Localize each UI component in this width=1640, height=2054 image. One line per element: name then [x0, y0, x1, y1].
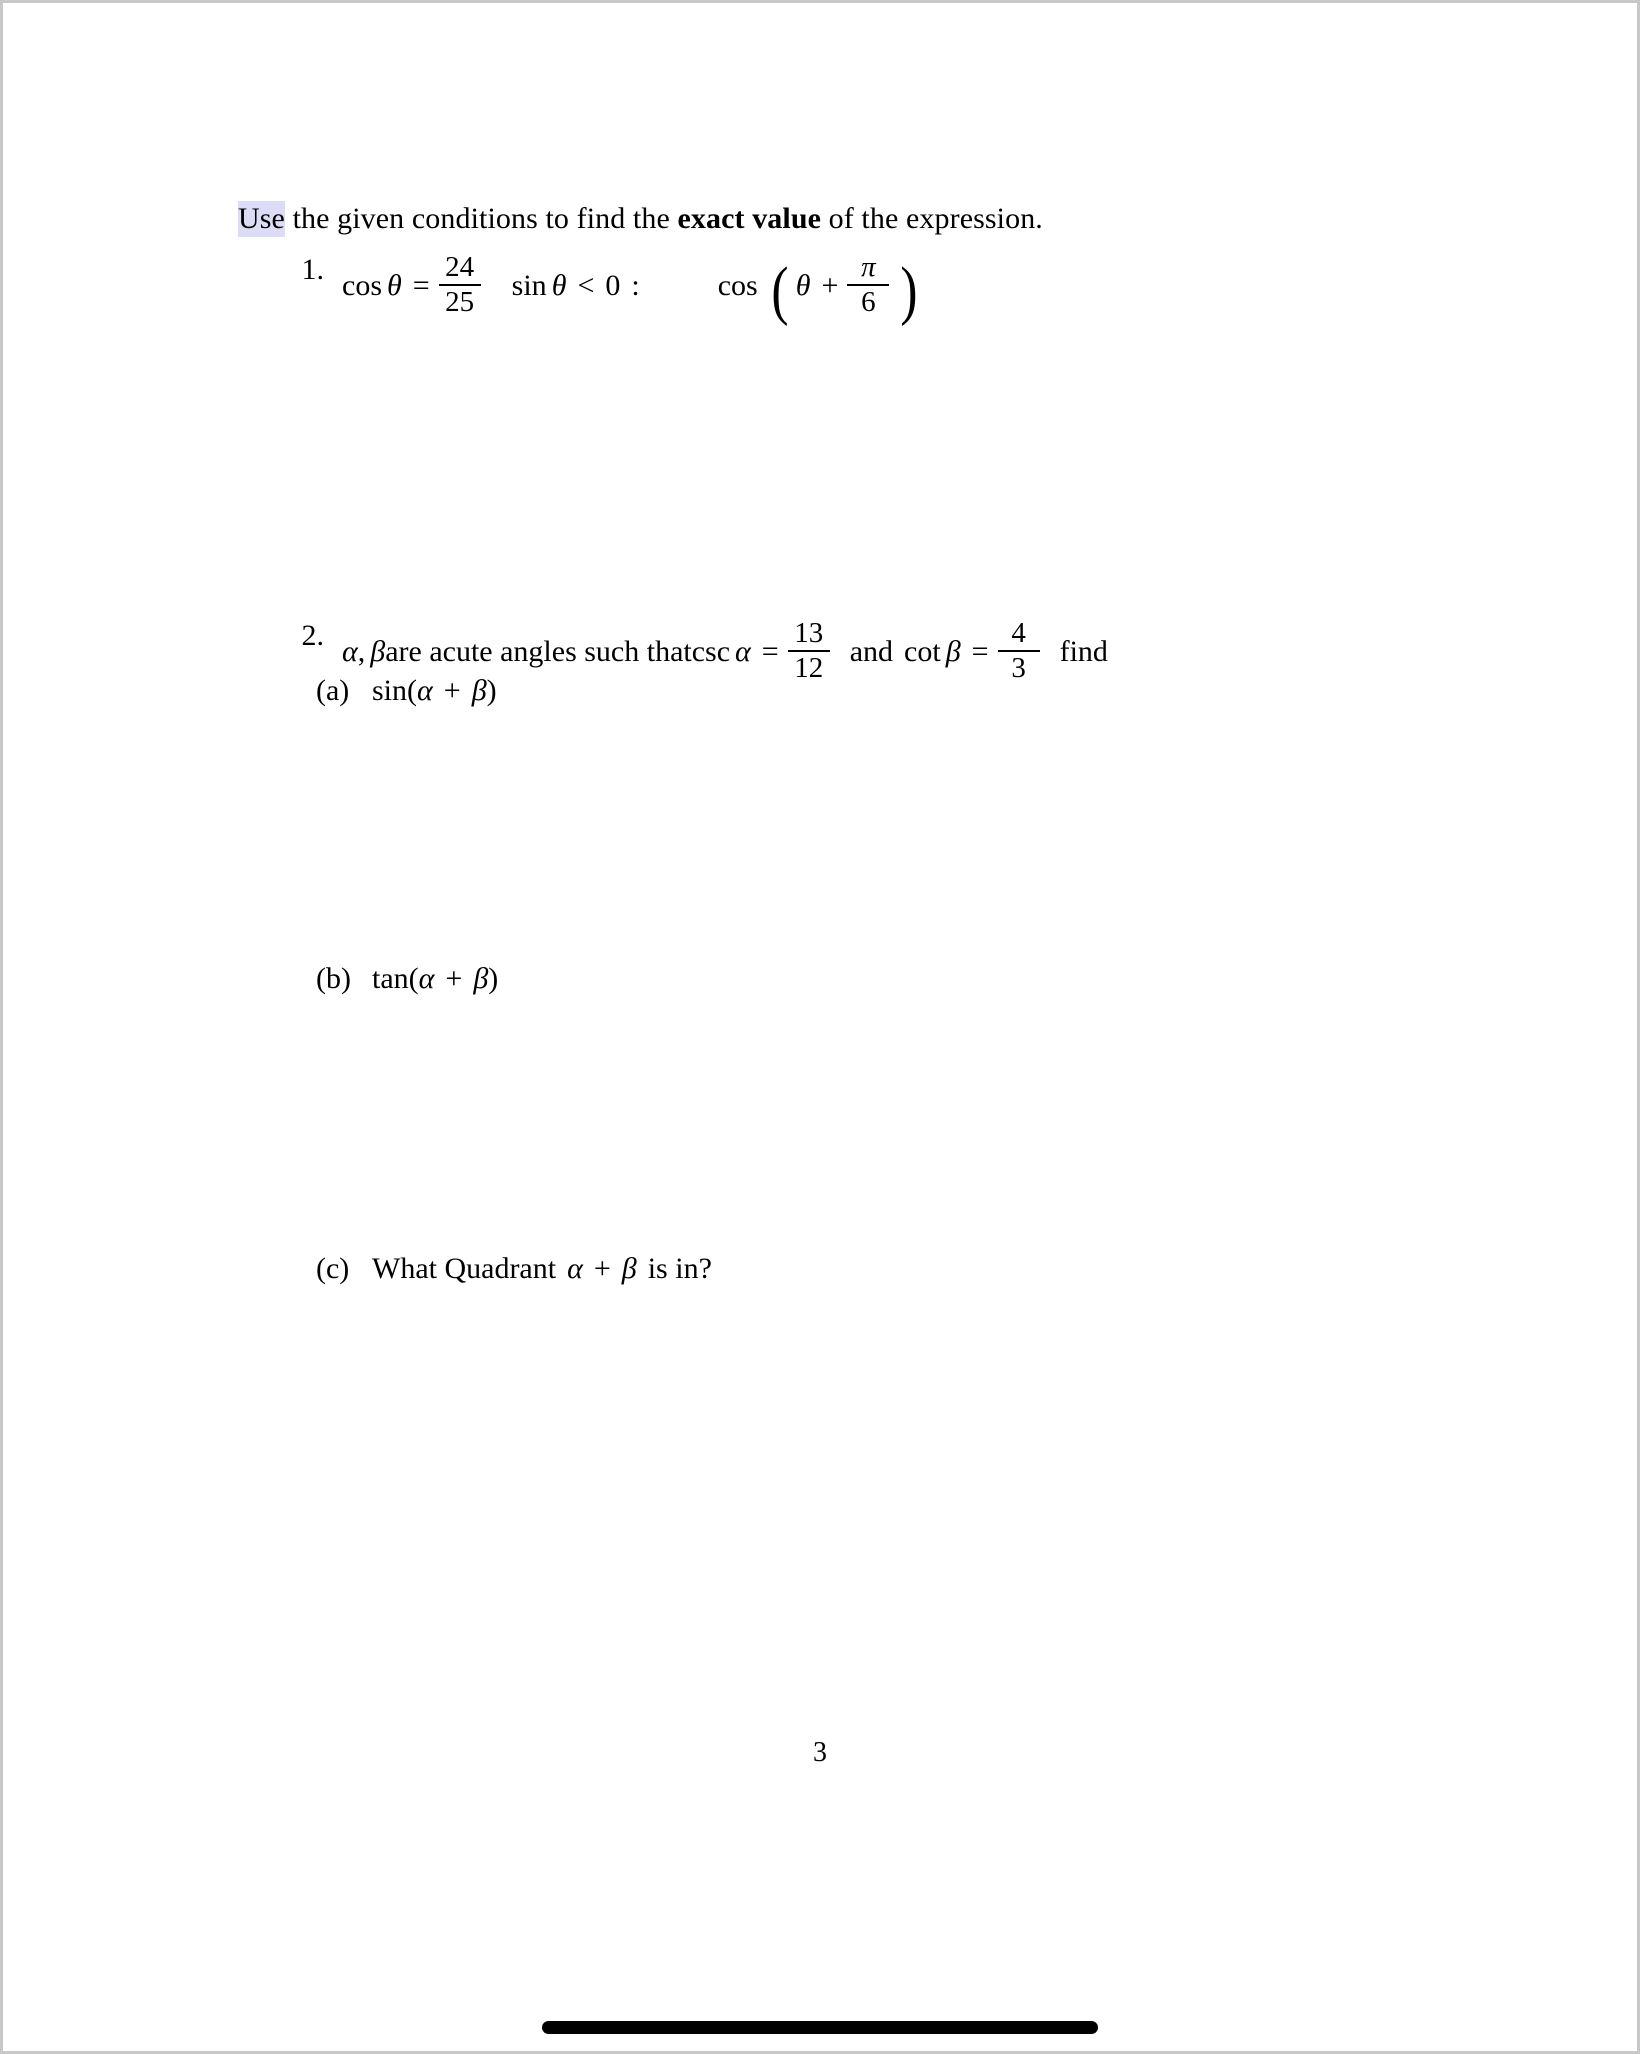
- problem-2-cot-denominator: 3: [1011, 651, 1026, 684]
- subpart-a-plus: +: [443, 674, 461, 707]
- problem-2-csc-fraction: 13 12: [787, 617, 830, 684]
- problem-2-csc-argument: α: [735, 634, 751, 668]
- problem-2-subpart-c: (c) What Quadrant α + β is in?: [316, 1252, 712, 1286]
- problem-1-condition-theta: θ: [551, 268, 567, 302]
- problem-2-cot-label: cot: [904, 634, 941, 668]
- problem-2-subpart-b: (b) tan(α + β): [316, 962, 498, 996]
- close-paren-icon: ): [486, 674, 497, 707]
- problem-1-expression-denominator: 6: [861, 285, 876, 318]
- problem-2-statement-text-2: and: [849, 634, 894, 668]
- problem-2-statement-text-1: are acute angles such that: [385, 634, 692, 668]
- subpart-a-alpha: α: [417, 674, 433, 707]
- subpart-b-beta: β: [473, 962, 489, 995]
- subpart-c-alpha: α: [567, 1252, 583, 1285]
- subpart-a-sin-label: sin: [372, 674, 408, 707]
- problem-1-expression-plus: +: [821, 268, 839, 302]
- problem-2-cot-argument: β: [945, 634, 961, 668]
- close-paren-icon: ): [488, 962, 499, 995]
- intro-text-before-bold: the given conditions to find the: [284, 202, 678, 235]
- problem-1-condition-colon: :: [631, 268, 640, 302]
- subpart-a-beta: β: [471, 674, 487, 707]
- subpart-a-label: (a): [316, 674, 350, 707]
- document-page[interactable]: Use the given conditions to find the exa…: [3, 3, 1637, 2051]
- problem-2-alpha: α: [342, 634, 358, 668]
- subpart-c-label: (c): [316, 1252, 350, 1285]
- subpart-b-plus: +: [445, 962, 463, 995]
- problem-2-cot-fraction: 4 3: [997, 617, 1040, 684]
- open-paren-icon: (: [408, 962, 419, 995]
- problem-1-condition-value: 0: [605, 268, 621, 302]
- open-paren-icon: (: [407, 674, 418, 707]
- problem-1-expression-theta: θ: [795, 268, 811, 302]
- problem-2-number: 2.: [301, 619, 325, 652]
- document-content: Use the given conditions to find the exa…: [238, 199, 1418, 1285]
- subpart-c-text-after: is in?: [647, 1252, 712, 1285]
- intro-bold-text: exact value: [677, 202, 822, 235]
- problem-1-body: cos θ = 24 25 sin θ <0: cos(θ + π 6): [342, 251, 918, 327]
- problem-2-cot-numerator: 4: [1011, 617, 1026, 649]
- problem-1-expression-cos-label: cos: [717, 268, 758, 302]
- problem-2-csc-numerator: 13: [794, 617, 824, 649]
- problem-1-expression-fraction: π 6: [847, 251, 890, 318]
- subpart-c-plus: +: [593, 1252, 611, 1285]
- intro-sentence: Use the given conditions to find the exa…: [238, 199, 1418, 240]
- selected-text-highlight[interactable]: Use: [238, 201, 285, 237]
- problem-2-cot-equals: =: [971, 634, 989, 668]
- problem-2-comma: ,: [357, 634, 366, 668]
- intro-text-after-bold: of the expression.: [821, 202, 1043, 235]
- problem-2-statement-text-3: find: [1059, 634, 1108, 668]
- problem-2-subpart-a: (a) sin(α + β): [316, 674, 497, 708]
- problem-1-fraction: 24 25: [438, 251, 481, 318]
- subpart-b-label: (b): [316, 962, 351, 995]
- subpart-c-beta: β: [621, 1252, 637, 1285]
- problem-2-beta: β: [370, 634, 386, 668]
- problem-1-fraction-numerator: 24: [445, 251, 475, 283]
- problem-1-theta: θ: [387, 268, 402, 302]
- problem-1-equals: =: [412, 268, 430, 302]
- page-number: 3: [813, 1737, 827, 1768]
- problem-2-csc-equals: =: [761, 634, 779, 668]
- subpart-b-tan-label: tan: [372, 962, 409, 995]
- home-indicator-bar[interactable]: [542, 2021, 1098, 2034]
- problem-1-number: 1.: [301, 253, 325, 286]
- problem-1-expression-numerator: π: [861, 251, 876, 283]
- problem-2-csc-denominator: 12: [794, 651, 824, 684]
- problem-2-csc-label: csc: [691, 634, 731, 668]
- problem-1-condition-relation: <: [577, 268, 595, 302]
- problem-1-sin-label: sin: [511, 268, 547, 302]
- subpart-b-alpha: α: [418, 962, 435, 995]
- pdf-viewer[interactable]: Use the given conditions to find the exa…: [0, 0, 1640, 2054]
- problem-1: 1. cos θ = 24 25 sin θ <0: cos(θ + π 6): [278, 251, 920, 327]
- problem-1-cos-label: cos: [342, 268, 382, 302]
- subpart-c-text-before: What Quadrant: [372, 1252, 557, 1285]
- problem-1-fraction-denominator: 25: [445, 285, 475, 318]
